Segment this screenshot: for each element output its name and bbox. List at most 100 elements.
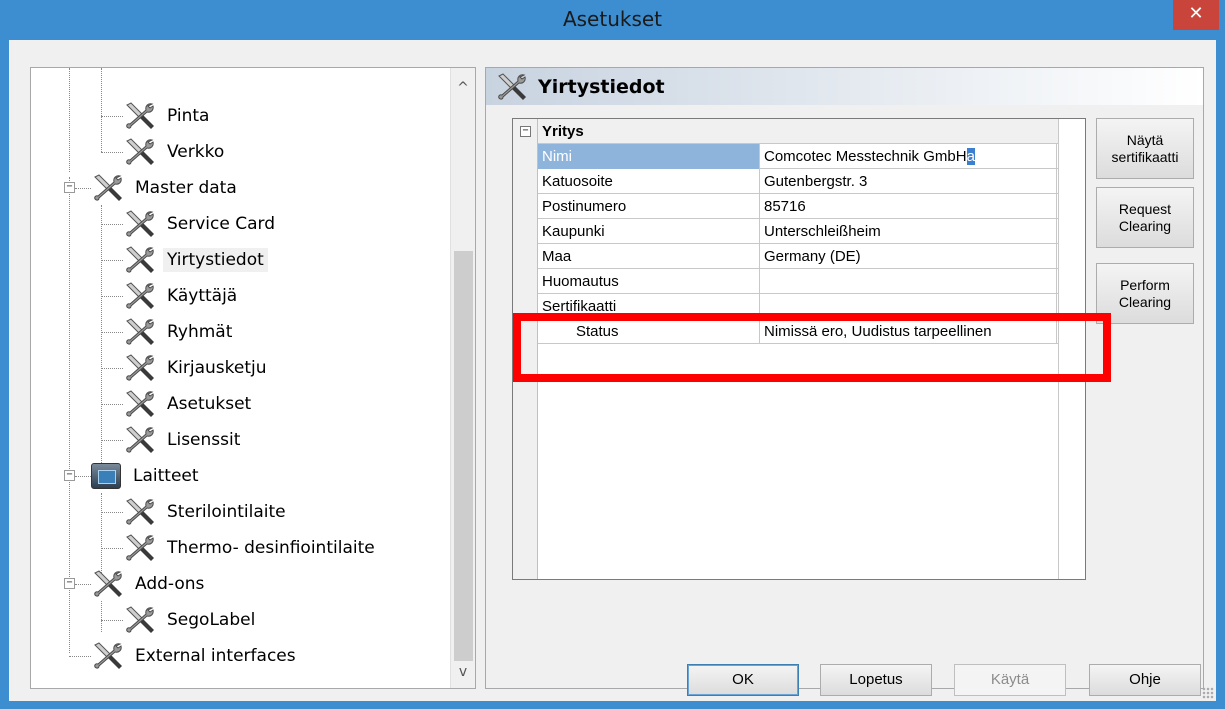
- tree-item-label: Master data: [135, 178, 237, 198]
- tree-item-kirjausketju[interactable]: Kirjausketju: [123, 351, 271, 385]
- property-value[interactable]: Gutenbergstr. 3: [760, 168, 1057, 194]
- button-label: Perform Clearing: [1119, 277, 1171, 311]
- cancel-button[interactable]: Lopetus: [820, 664, 932, 696]
- ok-button[interactable]: OK: [687, 664, 799, 696]
- tree-line: [101, 368, 123, 369]
- tree-item-label: Verkko: [167, 142, 225, 162]
- tree-item-label: Sterilointilaite: [167, 502, 286, 522]
- property-value[interactable]: [760, 268, 1057, 294]
- property-key: Status: [538, 318, 760, 344]
- tree-item-thermo-desinfiointilaite[interactable]: Thermo- desinfiointilaite: [123, 531, 379, 565]
- grid-row-sertifikaatti[interactable]: Sertifikaatti: [538, 293, 1085, 319]
- button-label: Request Clearing: [1119, 201, 1171, 235]
- tree-item-label: Kirjausketju: [167, 358, 267, 378]
- grid-row-huomautus[interactable]: Huomautus: [538, 268, 1085, 294]
- close-button[interactable]: ✕: [1173, 0, 1219, 30]
- grid-row-nimi[interactable]: Nimi Comcotec Messtechnik GmbHa: [538, 143, 1085, 169]
- category-collapse-icon[interactable]: −: [520, 126, 531, 137]
- tree-item-lisenssit[interactable]: Lisenssit: [123, 423, 244, 457]
- grid-category-row[interactable]: Yritys: [538, 119, 1085, 144]
- tree-line: [101, 620, 123, 621]
- add-ons-collapse-icon[interactable]: −: [64, 578, 75, 589]
- tree-item-label: SegoLabel: [167, 610, 256, 630]
- scroll-up-arrow-icon[interactable]: ^: [451, 76, 475, 100]
- value-text: Comcotec Messtechnik GmbH: [764, 147, 967, 165]
- grid-row-status[interactable]: Status Nimissä ero, Uudistus tarpeelline…: [538, 318, 1085, 344]
- property-value[interactable]: Nimissä ero, Uudistus tarpeellinen: [760, 318, 1057, 344]
- tree-item-laitteet[interactable]: Laitteet: [89, 459, 203, 493]
- window-title: Asetukset: [562, 7, 663, 31]
- property-value[interactable]: Germany (DE): [760, 243, 1057, 269]
- tree-item-pinta[interactable]: Pinta: [123, 99, 213, 133]
- tree-item-external-interfaces[interactable]: External interfaces: [91, 639, 300, 673]
- tree-line: [101, 68, 102, 152]
- scroll-thumb[interactable]: [454, 251, 473, 661]
- tree-item-yirtystiedot[interactable]: Yirtystiedot: [123, 243, 268, 277]
- tree-line: [101, 224, 123, 225]
- property-value[interactable]: Comcotec Messtechnik GmbHa: [760, 143, 1057, 169]
- apply-button[interactable]: Käytä: [954, 664, 1066, 696]
- button-label-line: Clearing: [1118, 293, 1172, 310]
- tree-item-service-card[interactable]: Service Card: [123, 207, 279, 241]
- grid-scrollbar[interactable]: [1058, 119, 1085, 579]
- property-grid[interactable]: − Yritys Nimi Comcotec Messtechnik GmbHa…: [512, 118, 1086, 580]
- resize-grip-icon[interactable]: [1202, 687, 1214, 699]
- tree-item-label: Yirtystiedot: [163, 248, 268, 272]
- master-data-collapse-icon[interactable]: −: [64, 182, 75, 193]
- tree-item-ryhmat[interactable]: Ryhmät: [123, 315, 236, 349]
- tools-icon: [91, 569, 125, 599]
- tree-line: [101, 332, 123, 333]
- property-value[interactable]: Unterschleißheim: [760, 218, 1057, 244]
- property-key: Kaupunki: [538, 218, 760, 244]
- tree-line: [101, 440, 123, 441]
- grid-gutter: [513, 119, 538, 579]
- help-button[interactable]: Ohje: [1089, 664, 1201, 696]
- tools-icon: [123, 389, 157, 419]
- perform-clearing-button[interactable]: Perform Clearing: [1096, 263, 1194, 324]
- tools-icon: [123, 101, 157, 131]
- tools-icon: [123, 137, 157, 167]
- tree-item-asetukset[interactable]: Asetukset: [123, 387, 255, 421]
- subcategory-label: Sertifikaatti: [538, 293, 760, 319]
- title-bar[interactable]: Asetukset ✕: [0, 0, 1225, 40]
- tree-item-label: Thermo- desinfiointilaite: [167, 538, 375, 558]
- laitteet-collapse-icon[interactable]: −: [64, 470, 75, 481]
- tools-icon: [123, 353, 157, 383]
- tree-item-master-data[interactable]: Master data: [91, 171, 241, 205]
- grid-row-katuosoite[interactable]: Katuosoite Gutenbergstr. 3: [538, 168, 1085, 194]
- tree-line: [101, 493, 102, 577]
- settings-tree: − − − Pinta Verkko Master data Service C…: [30, 67, 476, 689]
- tree-scrollbar[interactable]: ^ v: [450, 68, 475, 688]
- tree-line: [101, 116, 123, 117]
- tree-item-label: Laitteet: [133, 466, 199, 486]
- tools-icon: [91, 641, 125, 671]
- tree-item-segolabel[interactable]: SegoLabel: [123, 603, 259, 637]
- settings-window: Asetukset ✕ − − − Pinta Verkko Master da…: [0, 0, 1225, 709]
- grid-row-kaupunki[interactable]: Kaupunki Unterschleißheim: [538, 218, 1085, 244]
- tree-line: [101, 296, 123, 297]
- tree-item-add-ons[interactable]: Add-ons: [91, 567, 208, 601]
- tree-item-label: Ryhmät: [167, 322, 233, 342]
- request-clearing-button[interactable]: Request Clearing: [1096, 187, 1194, 248]
- tree-item-sterilointilaite[interactable]: Sterilointilaite: [123, 495, 290, 529]
- grid-row-maa[interactable]: Maa Germany (DE): [538, 243, 1085, 269]
- show-certificate-button[interactable]: Näytä sertifikaatti: [1096, 118, 1194, 179]
- property-key: Postinumero: [538, 193, 760, 219]
- button-label-line: Request: [1118, 200, 1172, 217]
- tools-icon: [123, 209, 157, 239]
- scroll-down-arrow-icon[interactable]: v: [451, 660, 475, 684]
- grid-row-postinumero[interactable]: Postinumero 85716: [538, 193, 1085, 219]
- tree-line: [101, 601, 102, 632]
- tree-line: [101, 548, 123, 549]
- property-key: Huomautus: [538, 268, 760, 294]
- property-key: Katuosoite: [538, 168, 760, 194]
- button-label-line: sertifikaatti: [1111, 148, 1179, 165]
- tree-item-label: Käyttäjä: [167, 286, 238, 306]
- tree-item-verkko[interactable]: Verkko: [123, 135, 228, 169]
- tools-icon: [123, 245, 157, 275]
- tree-item-kayttaja[interactable]: Käyttäjä: [123, 279, 241, 313]
- tree-item-label: Lisenssit: [167, 430, 241, 450]
- tools-icon: [123, 317, 157, 347]
- tools-icon: [91, 173, 125, 203]
- property-value[interactable]: 85716: [760, 193, 1057, 219]
